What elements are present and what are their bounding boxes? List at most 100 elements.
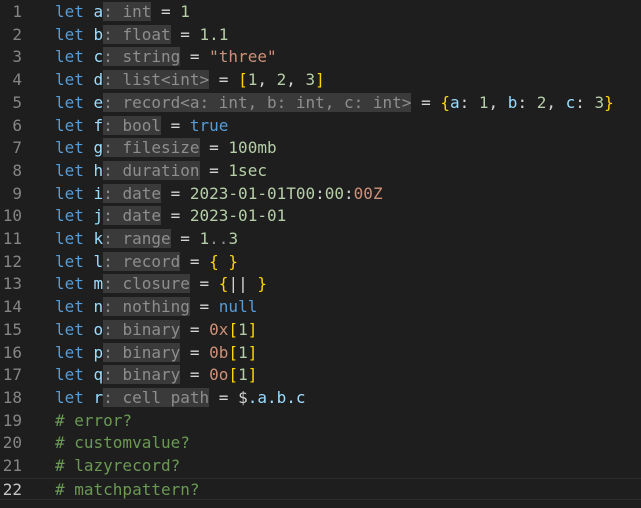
code-token: : float [103, 24, 171, 44]
code-token: 1 [238, 319, 248, 339]
code-token: e [93, 92, 104, 112]
code-token: k [93, 229, 104, 248]
line-code: let q: binary = 0o[1] [55, 364, 257, 387]
code-line[interactable]: 14 let n: nothing = null [0, 296, 641, 319]
code-token: , [546, 92, 566, 112]
line-number: 6 [12, 115, 22, 135]
code-line[interactable]: 22 # matchpattern? [0, 477, 641, 501]
code-token: 0x [209, 319, 229, 339]
code-token: : record [103, 251, 181, 271]
code-token: let [55, 251, 84, 271]
code-token: 00Z [353, 183, 383, 203]
code-line[interactable]: 16 let p: binary = 0b[1] [0, 342, 641, 365]
code-token: a [93, 2, 104, 21]
code-token: 1sec [228, 160, 267, 180]
code-line[interactable]: 4 let d: list<int> = [1, 2, 3] [0, 69, 641, 92]
code-token: : duration [103, 160, 200, 180]
code-token: d [93, 70, 104, 90]
code-token: let [55, 274, 84, 294]
line-code: let o: binary = 0x[1] [55, 319, 257, 342]
code-token: let [55, 115, 84, 135]
line-number: 8 [12, 160, 22, 180]
code-token: let [55, 70, 84, 90]
code-token: b [507, 92, 518, 112]
line-number: 19 [2, 410, 22, 430]
code-token: 2 [536, 92, 547, 112]
code-token: [ [228, 365, 239, 385]
code-line[interactable]: 10 let j: date = 2023-01-01 [0, 205, 641, 228]
code-line[interactable]: 12 let l: record = { } [0, 251, 641, 274]
code-token: = [180, 47, 210, 67]
line-number: 15 [2, 319, 22, 339]
code-line[interactable]: 15 let o: binary = 0x[1] [0, 319, 641, 342]
code-line[interactable]: 17 let q: binary = 0o[1] [0, 364, 641, 387]
code-line[interactable]: 3 let c: string = "three" [0, 46, 641, 69]
code-token: = [151, 2, 181, 21]
code-token: # error? [55, 410, 133, 430]
code-line[interactable]: 7 let g: filesize = 100mb [0, 137, 641, 160]
code-line[interactable]: 20 # customvalue? [0, 432, 641, 455]
code-token: "three" [209, 47, 277, 67]
code-token: : [459, 92, 479, 112]
code-token: : cell path [103, 387, 210, 407]
code-token: = [411, 92, 441, 112]
code-token: 3 [594, 92, 605, 112]
code-line[interactable]: 18 let r: cell path = $.a.b.c [0, 387, 641, 410]
code-line[interactable]: 21 # lazyrecord? [0, 455, 641, 478]
code-token: 2023-01-01T00 [189, 183, 316, 203]
line-number: 1 [12, 2, 22, 21]
line-number: 4 [12, 70, 22, 90]
code-token: } [247, 274, 267, 294]
code-token: j [93, 206, 104, 226]
code-line[interactable]: 2 let b: float = 1.1 [0, 24, 641, 47]
code-line[interactable]: 1 let a: int = 1 [0, 1, 641, 24]
code-line[interactable]: 5 let e: record<a: int, b: int, c: int> =… [0, 92, 641, 115]
code-line[interactable]: 9 let i: date = 2023-01-01T00:00:00Z [0, 183, 641, 206]
code-token: [ [228, 342, 239, 362]
code-editor[interactable]: 1 let a: int = 1 2 let b: float = 1.1 3 let c… [0, 0, 641, 508]
line-number: 3 [12, 47, 22, 67]
code-token: $ [238, 387, 248, 407]
code-token: { } [209, 251, 239, 271]
line-code: # lazyrecord? [55, 455, 180, 478]
code-token: = [189, 274, 219, 294]
line-number: 14 [2, 297, 22, 317]
code-token: 1 [238, 342, 248, 362]
code-token: : [315, 183, 325, 203]
code-token: = [180, 319, 210, 339]
code-token: # matchpattern? [55, 479, 200, 499]
code-line[interactable]: 6 let f: bool = true [0, 115, 641, 138]
code-line[interactable]: 11 let k: range = 1..3 [0, 228, 641, 251]
line-number: 11 [2, 229, 22, 248]
code-token: 1 [180, 2, 190, 21]
line-code: # customvalue? [55, 432, 190, 455]
code-token: = [160, 115, 190, 135]
code-token: true [189, 115, 229, 135]
code-line[interactable]: 8 let h: duration = 1sec [0, 160, 641, 183]
code-token: = [180, 342, 210, 362]
code-token: 3 [305, 70, 316, 90]
code-token: let [55, 24, 84, 44]
code-token: = [199, 160, 229, 180]
code-token: 100mb [228, 138, 277, 158]
code-token: f [93, 115, 104, 135]
code-token: .a.b.c [247, 387, 306, 407]
code-token: || [228, 274, 248, 294]
code-token: # lazyrecord? [55, 456, 181, 475]
code-token: ] [315, 70, 325, 90]
code-token: 3 [228, 229, 239, 248]
code-line[interactable]: 13 let m: closure = {|| } [0, 273, 641, 296]
code-token: 0b [209, 342, 229, 362]
line-code: let n: nothing = null [55, 296, 257, 319]
code-token: c [93, 47, 104, 67]
code-token: 0o [209, 365, 229, 385]
code-line[interactable]: 19 # error? [0, 410, 641, 433]
code-token: let [55, 47, 84, 67]
code-token: = [199, 138, 229, 158]
code-token: ] [247, 365, 258, 385]
line-number: 12 [2, 251, 22, 271]
